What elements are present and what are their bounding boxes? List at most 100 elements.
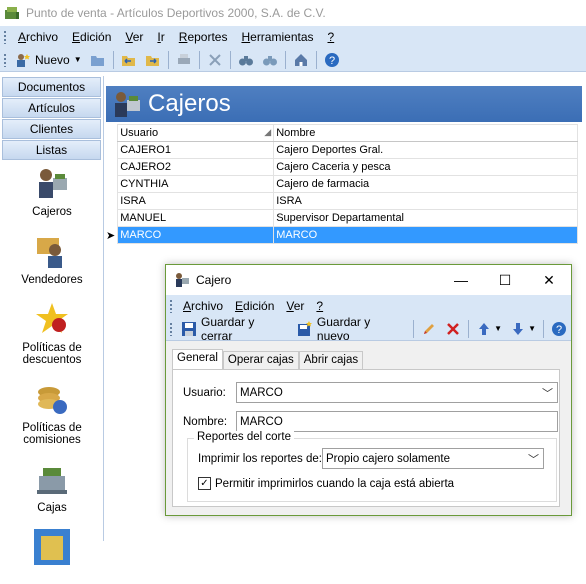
minimize-button[interactable]: —: [439, 265, 483, 295]
nav-item-vendedores[interactable]: Vendedores: [0, 232, 104, 286]
table-row[interactable]: MANUEL Supervisor Departamental: [104, 209, 578, 227]
open-button[interactable]: [87, 50, 109, 70]
svg-text:?: ?: [329, 55, 335, 67]
arrow-up-icon: [479, 322, 490, 335]
folder-back-icon: [121, 55, 135, 66]
table-row[interactable]: CYNTHIA Cajero de farmacia: [104, 175, 578, 193]
reportes-corte-group: Reportes del corte Imprimir los reportes…: [187, 431, 557, 502]
cashier-header-icon: [115, 92, 140, 117]
table-row[interactable]: CAJERO1 Cajero Deportes Gral.: [104, 141, 578, 159]
permitir-label: Permitir imprimirlos cuando la caja está…: [215, 477, 455, 490]
toolbar-separator: [229, 50, 231, 69]
tab-general[interactable]: General: [172, 349, 223, 369]
grip-icon: [3, 30, 7, 44]
next-record-button[interactable]: ▼: [507, 319, 539, 339]
delete-x-icon: [447, 322, 460, 335]
policy-card-icon: [34, 529, 70, 565]
nav-item-cajeros[interactable]: Cajeros: [0, 164, 104, 218]
app-icon: [5, 7, 19, 19]
nav-tab-documentos[interactable]: Documentos: [2, 77, 101, 97]
commission-policy-icon: [38, 387, 67, 414]
arrow-down-icon: [513, 322, 524, 335]
cashier-icon: [39, 169, 67, 198]
menu-help[interactable]: ?: [321, 30, 342, 44]
chevron-down-icon: ﹀: [542, 388, 553, 400]
usuario-select[interactable]: MARCO ﹀: [236, 382, 558, 403]
menu-archivo[interactable]: Archivo: [11, 30, 65, 44]
discount-policy-icon: [36, 303, 68, 333]
usuario-label: Usuario:: [183, 386, 226, 399]
menu-ver[interactable]: Ver: [118, 30, 150, 44]
dialog-help-button[interactable]: ?: [548, 319, 570, 339]
binoculars-icon: [238, 55, 253, 65]
grip-icon: [169, 299, 173, 313]
menu-ir[interactable]: Ir: [150, 30, 171, 44]
edit-button[interactable]: [418, 319, 440, 339]
svg-text:?: ?: [556, 324, 562, 336]
home-icon: [294, 53, 307, 66]
table-row-selected[interactable]: ➤ MARCO MARCO: [104, 226, 578, 244]
next-folder-button[interactable]: [142, 50, 164, 70]
window-title: Punto de venta - Artículos Deportivos 20…: [26, 6, 326, 20]
imprimir-select[interactable]: Propio cajero solamente ﹀: [322, 448, 544, 469]
menu-edicion[interactable]: Edición: [65, 30, 118, 44]
print-icon: [177, 53, 190, 64]
main-toolbar: Nuevo ▼ ?: [0, 48, 586, 72]
delete-record-button[interactable]: [442, 319, 464, 339]
dialog-menu-ver[interactable]: Ver: [280, 299, 310, 313]
dropdown-arrow-icon: ▼: [528, 324, 537, 333]
dialog-menu-archivo[interactable]: Archivo: [177, 299, 229, 313]
toolbar-separator: [167, 50, 169, 69]
tab-abrir-cajas[interactable]: Abrir cajas: [298, 351, 364, 369]
dialog-menu-help[interactable]: ?: [310, 299, 329, 313]
menu-bar: Archivo Edición Ver Ir Reportes Herramie…: [0, 26, 586, 48]
menu-herramientas[interactable]: Herramientas: [234, 30, 320, 44]
cajeros-grid: Usuario ◢ Nombre CAJERO1 Cajero Deportes G…: [104, 124, 578, 244]
dialog-menu-edicion[interactable]: Edición: [229, 299, 280, 313]
cashier-small-icon: [176, 273, 189, 287]
dropdown-arrow-icon: ▼: [73, 55, 82, 64]
delete-icon: [208, 53, 221, 66]
toolbar-separator: [413, 319, 415, 338]
nombre-field[interactable]: MARCO: [236, 411, 558, 432]
column-usuario-header[interactable]: Usuario ◢: [117, 124, 275, 142]
find-next-button[interactable]: [259, 50, 281, 70]
reportes-corte-title: Reportes del corte: [194, 431, 294, 443]
nav-tab-listas[interactable]: Listas: [2, 140, 101, 160]
save-close-button[interactable]: Guardar y cerrar: [178, 315, 292, 343]
home-button[interactable]: [290, 50, 312, 70]
nav-item-cajas[interactable]: Cajas: [0, 460, 104, 514]
permitir-checkbox[interactable]: ✓: [198, 477, 211, 490]
help-icon: ?: [552, 321, 567, 336]
nav-item-politicas-comisiones[interactable]: Políticas de comisiones: [0, 380, 104, 446]
nav-item-more[interactable]: [0, 528, 104, 570]
tab-operar-cajas[interactable]: Operar cajas: [222, 351, 299, 369]
new-button[interactable]: Nuevo ▼: [12, 50, 85, 70]
find-button[interactable]: [235, 50, 257, 70]
table-row[interactable]: CAJERO2 Cajero Caceria y pesca: [104, 158, 578, 176]
previous-record-button[interactable]: ▼: [473, 319, 505, 339]
nav-tab-articulos[interactable]: Artículos: [2, 98, 101, 118]
sort-indicator-icon: ◢: [264, 127, 272, 137]
dialog-toolbar: Guardar y cerrar Guardar y nuevo ▼ ▼ ?: [166, 315, 571, 343]
nav-tab-clientes[interactable]: Clientes: [2, 119, 101, 139]
imprimir-row: Imprimir los reportes de: Propio cajero …: [198, 448, 544, 469]
save-new-icon: [297, 320, 312, 336]
permitir-row: ✓ Permitir imprimirlos cuando la caja es…: [198, 477, 454, 490]
cash-register-icon: [37, 468, 67, 494]
close-button[interactable]: ✕: [527, 265, 571, 295]
toolbar-separator: [543, 319, 545, 338]
column-nombre-header[interactable]: Nombre: [273, 124, 578, 142]
help-button[interactable]: ?: [321, 50, 343, 70]
imprimir-label: Imprimir los reportes de:: [198, 452, 322, 465]
maximize-button[interactable]: ☐: [483, 265, 527, 295]
save-new-button[interactable]: Guardar y nuevo: [294, 315, 409, 343]
table-row[interactable]: ISRA ISRA: [104, 192, 578, 210]
nav-item-politicas-descuentos[interactable]: Políticas de descuentos: [0, 300, 104, 366]
print-button[interactable]: [173, 50, 195, 70]
chevron-down-icon: ﹀: [528, 454, 539, 466]
prev-folder-button[interactable]: [118, 50, 140, 70]
menu-reportes[interactable]: Reportes: [172, 30, 235, 44]
toolbar-separator: [284, 50, 286, 69]
delete-button[interactable]: [204, 50, 226, 70]
